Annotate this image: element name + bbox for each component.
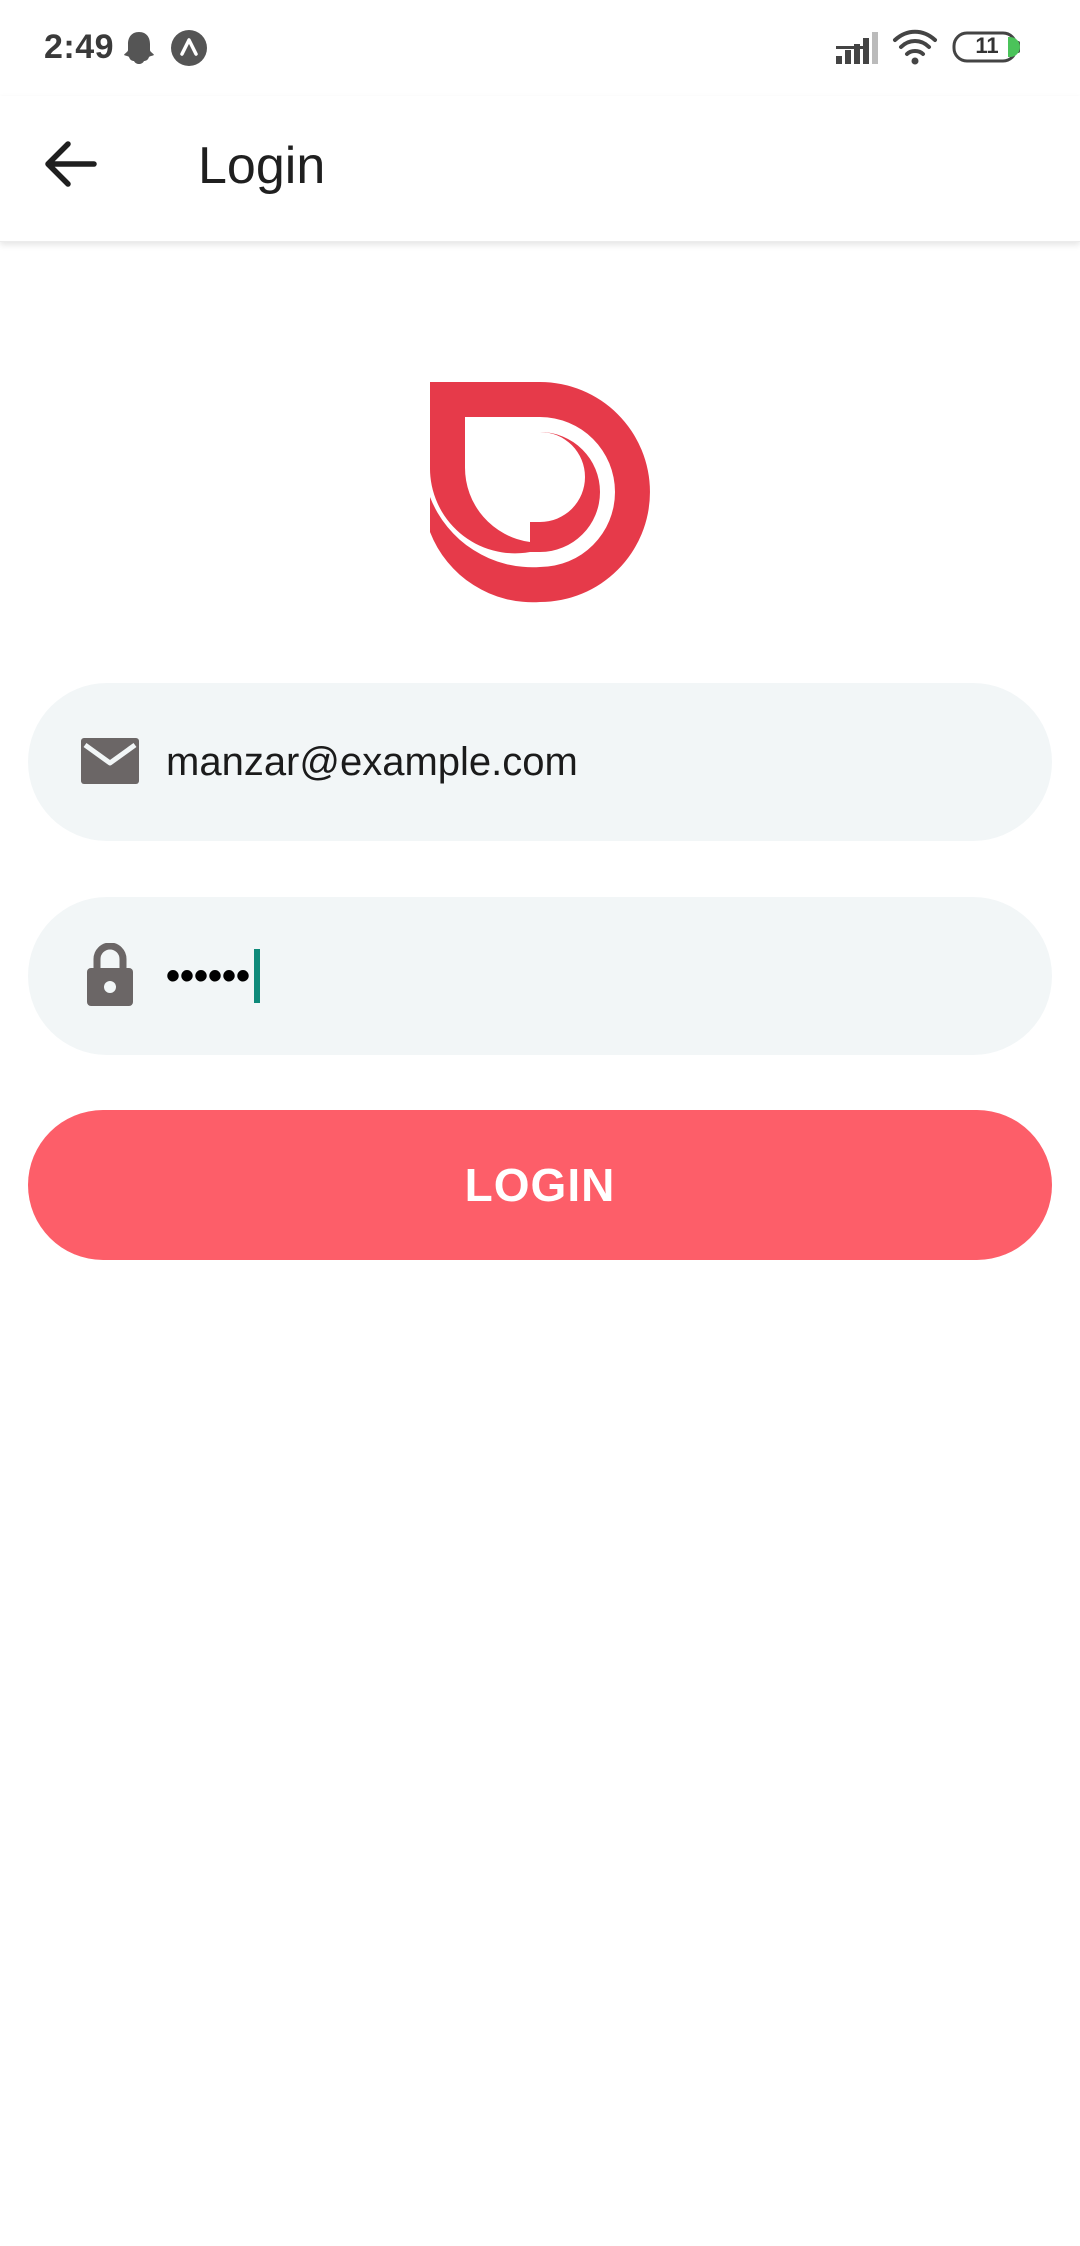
password-input[interactable]: •••••• xyxy=(166,897,261,1055)
battery-level: 11 xyxy=(975,33,999,58)
email-field[interactable]: manzar@example.com xyxy=(28,683,1052,841)
page-title: Login xyxy=(198,137,326,195)
status-bar: 2:49 11 xyxy=(0,0,1080,96)
signal-icon xyxy=(836,32,880,71)
app-bar: Login xyxy=(0,96,1080,242)
ghost-icon xyxy=(122,30,156,71)
nav-arrow-icon xyxy=(170,29,208,72)
lock-icon xyxy=(72,937,148,1013)
password-masked-value: •••••• xyxy=(166,953,251,998)
status-time: 2:49 xyxy=(44,28,115,66)
login-button[interactable]: LOGIN xyxy=(28,1110,1052,1260)
text-cursor xyxy=(254,949,261,1003)
email-input[interactable]: manzar@example.com xyxy=(166,683,578,841)
arrow-left-icon xyxy=(45,141,97,187)
wifi-icon xyxy=(892,28,938,71)
back-button[interactable] xyxy=(28,122,112,206)
app-logo xyxy=(420,372,660,612)
mail-icon xyxy=(72,723,148,799)
password-field[interactable]: •••••• xyxy=(28,897,1052,1055)
